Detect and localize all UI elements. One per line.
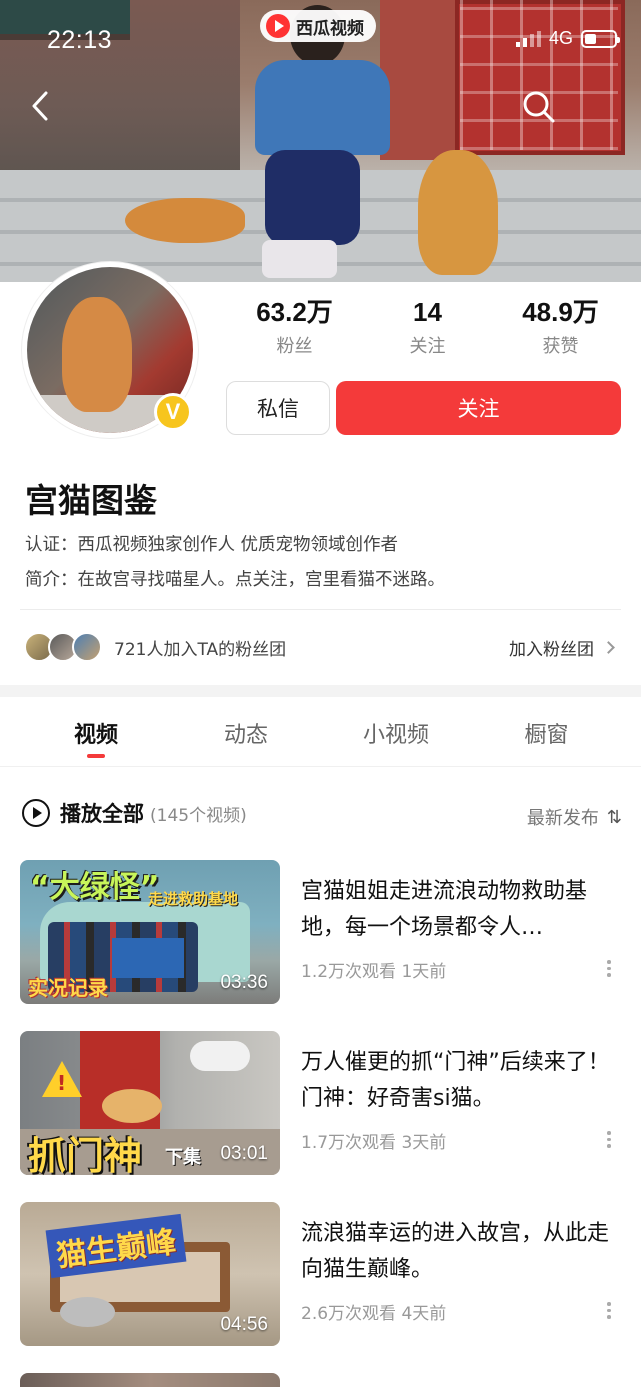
stat-label: 获赞 (542, 336, 579, 357)
video-item[interactable]: 猫生巅峰 04:56 流浪猫幸运的进入故宫，从此走向猫生巅峰。 2.6万次观看 … (20, 1202, 621, 1346)
video-thumbnail[interactable]: “大绿怪” 走进救助基地 实况记录 03:36 (20, 860, 280, 1004)
stat-label: 关注 (409, 336, 446, 357)
message-button[interactable]: 私信 (226, 381, 330, 435)
stat-value: 48.9万 (522, 297, 599, 327)
sort-icon: ⇅ (606, 806, 622, 828)
sort-label: 最新发布 (526, 808, 599, 829)
play-all-button[interactable]: 播放全部 (145个视频) (22, 798, 247, 828)
profile-name: 宫猫图鉴 (25, 481, 157, 520)
app-badge: 西瓜视频 (260, 10, 376, 42)
tab-short-videos[interactable]: 小视频 (300, 697, 492, 766)
video-thumbnail[interactable]: 猫生巅峰 04:56 (20, 1202, 280, 1346)
section-separator (0, 685, 641, 697)
video-thumbnail[interactable]: ! 抓门神 下集 03:01 (20, 1031, 280, 1175)
back-arrow-icon (32, 91, 48, 121)
sort-button[interactable]: 最新发布 ⇅ (526, 804, 622, 830)
video-title[interactable]: 宫猫姐姐走进流浪动物救助基地，每一个场景都令人… (301, 874, 617, 946)
status-time: 22:13 (47, 26, 113, 54)
video-title[interactable]: 流浪猫幸运的进入故宫，从此走向猫生巅峰。 (301, 1216, 617, 1288)
follow-button[interactable]: 关注 (336, 381, 621, 435)
fan-avatar (72, 632, 102, 662)
search-button[interactable] (520, 88, 556, 124)
join-fan-club-button[interactable]: 加入粉丝团 (509, 635, 621, 660)
video-item[interactable]: “大绿怪” 走进救助基地 实况记录 03:36 宫猫姐姐走进流浪动物救助基地，每… (20, 860, 621, 1004)
video-meta: 1.2万次观看 1天前 (301, 962, 447, 982)
video-duration: 03:36 (220, 972, 268, 993)
thumbnail-tag: 实况记录 (28, 976, 108, 1000)
signal-icon (515, 30, 541, 47)
video-duration: 04:56 (220, 1314, 268, 1335)
xigua-logo-icon (266, 14, 290, 38)
profile-stats: 63.2万 粉丝 14 关注 48.9万 获赞 (228, 296, 628, 358)
join-fan-club-label: 加入粉丝团 (509, 639, 594, 660)
stat-likes[interactable]: 48.9万 获赞 (494, 296, 627, 358)
divider (20, 609, 621, 610)
video-thumbnail-partial[interactable] (20, 1373, 280, 1387)
stat-following[interactable]: 14 关注 (361, 296, 494, 358)
fan-club-row[interactable]: 721人加入TA的粉丝团 加入粉丝团 (20, 618, 621, 676)
thumbnail-title: “大绿怪” (30, 870, 160, 905)
tab-posts[interactable]: 动态 (192, 697, 300, 766)
fan-club-text: 721人加入TA的粉丝团 (114, 639, 287, 660)
play-circle-icon (22, 799, 50, 827)
stat-value: 63.2万 (256, 297, 333, 327)
video-item[interactable]: ! 抓门神 下集 03:01 万人催更的抓“门神”后续来了！门神：好奇害si猫。… (20, 1031, 621, 1175)
video-title[interactable]: 万人催更的抓“门神”后续来了！门神：好奇害si猫。 (301, 1045, 617, 1117)
search-icon (523, 91, 555, 123)
fan-avatars (24, 632, 102, 662)
cloud-icon (190, 1041, 250, 1071)
back-button[interactable] (26, 88, 56, 124)
verified-badge: V (154, 393, 192, 431)
stat-label: 粉丝 (276, 336, 313, 357)
video-count: (145个视频) (150, 805, 247, 826)
app-badge-label: 西瓜视频 (296, 18, 364, 39)
more-options-icon[interactable] (603, 1302, 615, 1322)
certification-text: 认证：西瓜视频独家创作人 优质宠物领域创作者 (25, 535, 399, 555)
stat-value: 14 (413, 297, 442, 327)
status-indicators: 4G (515, 28, 620, 49)
active-tab-indicator (87, 754, 105, 758)
play-all-label: 播放全部 (60, 802, 144, 826)
stat-followers[interactable]: 63.2万 粉丝 (228, 296, 361, 358)
thumbnail-title: 抓门神 (28, 1134, 143, 1175)
video-meta: 2.6万次观看 4天前 (301, 1304, 447, 1324)
network-type: 4G (548, 28, 573, 48)
video-meta: 1.7万次观看 3天前 (301, 1133, 447, 1153)
tab-showcase[interactable]: 橱窗 (492, 697, 601, 766)
thumbnail-subtitle: 下集 (165, 1147, 201, 1168)
thumbnail-subtitle: 走进救助基地 (148, 890, 239, 908)
more-options-icon[interactable] (603, 960, 615, 980)
video-duration: 03:01 (220, 1143, 268, 1164)
battery-icon (581, 29, 620, 48)
chevron-right-icon (602, 640, 615, 654)
more-options-icon[interactable] (603, 1131, 615, 1151)
intro-text: 简介：在故宫寻找喵星人。点关注，宫里看猫不迷路。 (25, 570, 445, 590)
